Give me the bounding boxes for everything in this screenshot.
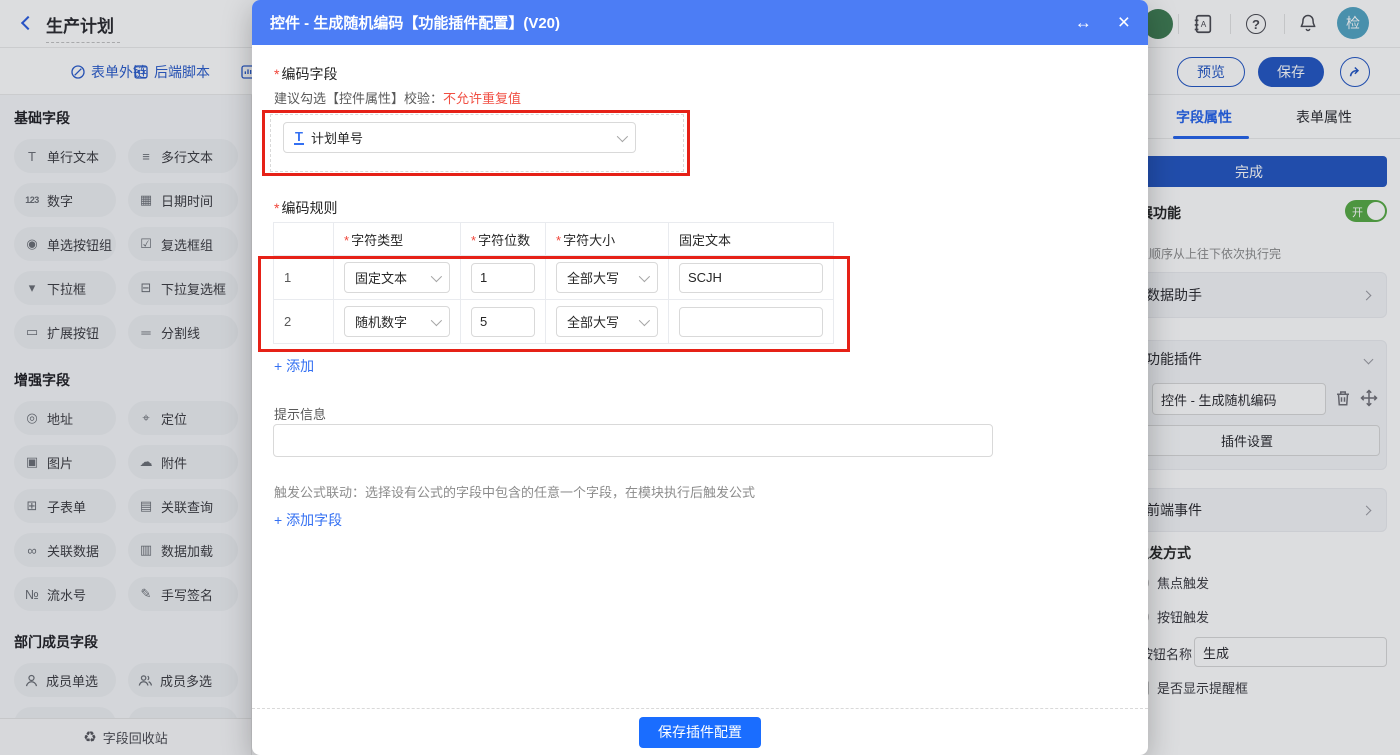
- expand-icon[interactable]: ↔: [1075, 13, 1092, 33]
- row-index: 1: [273, 255, 334, 300]
- select-value: 全部大写: [567, 271, 620, 286]
- fixed-text-input[interactable]: [679, 262, 823, 293]
- modal-footer: 保存插件配置: [252, 708, 1148, 755]
- encoding-rules-label: 编码规则: [274, 198, 337, 218]
- add-field-link[interactable]: + 添加字段: [274, 510, 342, 530]
- modal-title: 控件 - 生成随机编码【功能插件配置】(V20): [270, 15, 561, 32]
- char-type-select[interactable]: 随机数字: [344, 306, 450, 337]
- chevron-down-icon: [638, 314, 651, 326]
- char-case-select[interactable]: 全部大写: [556, 262, 658, 293]
- code-field-dropzone: T 计划单号: [270, 114, 684, 172]
- chevron-down-icon: [638, 270, 651, 282]
- plugin-config-modal: 控件 - 生成随机编码【功能插件配置】(V20) ↔ × 编码字段 建议勾选【控…: [252, 0, 1148, 755]
- code-field-select[interactable]: T 计划单号: [283, 122, 636, 153]
- modal-header: 控件 - 生成随机编码【功能插件配置】(V20) ↔ ×: [252, 0, 1148, 45]
- code-field-label: 编码字段: [274, 64, 337, 84]
- select-value: 随机数字: [355, 315, 408, 330]
- row-index: 2: [273, 299, 334, 344]
- hint-prefix: 建议勾选【控件属性】校验：: [274, 91, 444, 106]
- add-rule-link[interactable]: + 添加: [274, 356, 314, 376]
- char-count-input[interactable]: [471, 262, 535, 293]
- formula-linkage-hint: 触发公式联动：选择设有公式的字段中包含的任意一个字段，在模块执行后触发公式: [274, 485, 756, 500]
- col-header-index: [273, 222, 334, 256]
- col-header-char-count: 字符位数: [460, 222, 546, 256]
- chevron-down-icon: [616, 130, 629, 142]
- code-field-hint: 建议勾选【控件属性】校验：不允许重复值: [274, 88, 521, 107]
- fixed-text-input[interactable]: [679, 306, 823, 337]
- code-field-select-value: 计划单号: [310, 131, 363, 146]
- col-header-fixed-text: 固定文本: [668, 222, 834, 256]
- col-header-char-case: 字符大小: [545, 222, 669, 256]
- tip-label: 提示信息: [274, 407, 327, 422]
- table-row: 1 固定文本 全部大写: [273, 255, 834, 300]
- col-header-char-type: 字符类型: [333, 222, 461, 256]
- close-icon[interactable]: ×: [1118, 12, 1130, 33]
- select-value: 全部大写: [567, 315, 620, 330]
- tip-input[interactable]: [273, 424, 993, 457]
- chevron-down-icon: [430, 314, 443, 326]
- char-case-select[interactable]: 全部大写: [556, 306, 658, 337]
- chevron-down-icon: [430, 270, 443, 282]
- select-value: 固定文本: [355, 271, 408, 286]
- save-plugin-config-button[interactable]: 保存插件配置: [639, 716, 761, 748]
- text-field-icon: T: [294, 128, 304, 146]
- table-header-row: 字符类型 字符位数 字符大小 固定文本: [273, 222, 834, 256]
- encoding-rules-table: 字符类型 字符位数 字符大小 固定文本 1 固定文本 全部大写 2 随机数字 全…: [273, 222, 834, 344]
- char-count-input[interactable]: [471, 306, 535, 337]
- hint-highlight: 不允许重复值: [443, 91, 522, 106]
- char-type-select[interactable]: 固定文本: [344, 262, 450, 293]
- table-row: 2 随机数字 全部大写: [273, 299, 834, 344]
